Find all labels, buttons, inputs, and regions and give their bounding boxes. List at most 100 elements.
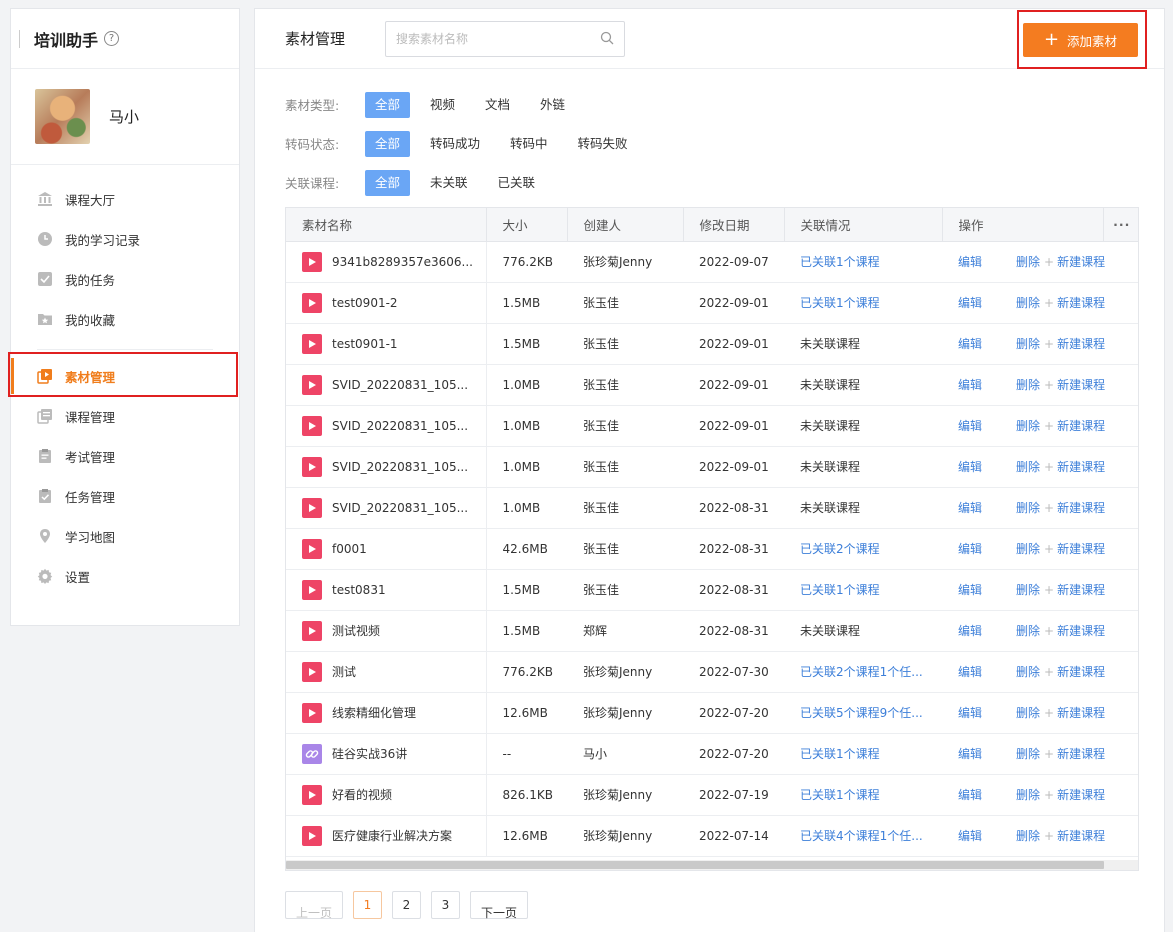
relation-cell[interactable]: 已关联1个课程 [784,774,942,816]
delete-link[interactable]: 删除 [1016,706,1040,720]
sidebar-item-6[interactable]: 考试管理 [11,436,239,476]
delete-link[interactable]: 删除 [1016,747,1040,761]
material-name[interactable]: test0831 [332,583,386,597]
delete-link[interactable]: 删除 [1016,419,1040,433]
scrollbar-thumb[interactable] [286,861,1104,869]
edit-link[interactable]: 编辑 [958,419,982,433]
new-course-link[interactable]: 新建课程 [1057,378,1105,392]
relation-cell[interactable]: 已关联2个课程1个任... [784,651,942,693]
new-course-link[interactable]: 新建课程 [1057,501,1105,515]
new-course-link[interactable]: 新建课程 [1057,583,1105,597]
relation-cell[interactable]: 已关联1个课程 [784,241,942,283]
page-3-button[interactable]: 3 [431,891,460,919]
relation-cell[interactable]: 已关联1个课程 [784,733,942,775]
delete-link[interactable]: 删除 [1016,583,1040,597]
new-course-link[interactable]: 新建课程 [1057,665,1105,679]
sidebar-item-1[interactable]: 我的学习记录 [11,219,239,259]
add-material-button[interactable]: + 添加素材 [1023,23,1138,57]
material-name[interactable]: 9341b8289357e3606... [332,255,473,269]
next-page-button[interactable]: 下一页 [470,891,528,920]
delete-link[interactable]: 删除 [1016,378,1040,392]
relation-cell[interactable]: 已关联5个课程9个任... [784,692,942,734]
prev-page-button[interactable]: 上一页 [285,891,343,920]
table-row[interactable]: SVID_20220831_105... 1.0MB 张玉佳 2022-09-01 未关… [286,446,1138,488]
filter-option[interactable]: 文档 [475,92,520,118]
table-row[interactable]: 线索精细化管理 12.6MB 张珍菊Jenny 2022-07-20 已关联5个课程9个… [286,692,1138,734]
filter-option[interactable]: 全部 [365,130,411,157]
sidebar-item-8[interactable]: 学习地图 [11,516,239,556]
material-name[interactable]: 线索精细化管理 [332,704,416,721]
help-icon[interactable]: ? [104,31,120,46]
sidebar-item-3[interactable]: 我的收藏 [11,299,239,339]
delete-link[interactable]: 删除 [1016,624,1040,638]
edit-link[interactable]: 编辑 [958,378,982,392]
search-input[interactable] [396,32,600,46]
table-row[interactable]: f0001 42.6MB 张玉佳 2022-08-31 已关联2个课程 编辑 删除 + 新建课程 [286,528,1138,570]
material-name[interactable]: 测试视频 [332,622,380,639]
new-course-link[interactable]: 新建课程 [1057,255,1105,269]
horizontal-scrollbar[interactable] [286,860,1138,870]
material-name[interactable]: test0901-1 [332,337,398,351]
material-name[interactable]: 医疗健康行业解决方案 [332,827,452,844]
edit-link[interactable]: 编辑 [958,706,982,720]
page-1-button[interactable]: 1 [353,891,382,919]
table-row[interactable]: SVID_20220831_105... 1.0MB 张玉佳 2022-09-01 未关… [286,364,1138,406]
new-course-link[interactable]: 新建课程 [1057,706,1105,720]
material-name[interactable]: 好看的视频 [332,786,392,803]
delete-link[interactable]: 删除 [1016,296,1040,310]
avatar[interactable] [35,89,90,144]
edit-link[interactable]: 编辑 [958,665,982,679]
sidebar-item-4[interactable]: 素材管理 [11,356,239,396]
sidebar-item-2[interactable]: 我的任务 [11,259,239,299]
table-row[interactable]: 硅谷实战36讲 -- 马小 2022-07-20 已关联1个课程 编辑 删除 + 新建课程 [286,733,1138,775]
new-course-link[interactable]: 新建课程 [1057,747,1105,761]
filter-option[interactable]: 全部 [365,91,411,118]
new-course-link[interactable]: 新建课程 [1057,624,1105,638]
delete-link[interactable]: 删除 [1016,255,1040,269]
sidebar-item-0[interactable]: 课程大厅 [11,179,239,219]
filter-option[interactable]: 转码中 [500,131,558,157]
new-course-link[interactable]: 新建课程 [1057,829,1105,843]
filter-option[interactable]: 已关联 [488,170,546,196]
edit-link[interactable]: 编辑 [958,747,982,761]
page-2-button[interactable]: 2 [392,891,421,919]
filter-option[interactable]: 未关联 [420,170,478,196]
edit-link[interactable]: 编辑 [958,337,982,351]
table-row[interactable]: 好看的视频 826.1KB 张珍菊Jenny 2022-07-19 已关联1个课程 编辑 删… [286,774,1138,816]
relation-cell[interactable]: 已关联1个课程 [784,569,942,611]
delete-link[interactable]: 删除 [1016,337,1040,351]
edit-link[interactable]: 编辑 [958,501,982,515]
delete-link[interactable]: 删除 [1016,501,1040,515]
table-row[interactable]: SVID_20220831_105... 1.0MB 张玉佳 2022-08-31 未关… [286,487,1138,529]
table-row[interactable]: SVID_20220831_105... 1.0MB 张玉佳 2022-09-01 未关… [286,405,1138,447]
material-name[interactable]: 测试 [332,663,356,680]
material-name[interactable]: 硅谷实战36讲 [332,745,407,762]
relation-cell[interactable]: 已关联4个课程1个任... [784,815,942,857]
sidebar-item-5[interactable]: 课程管理 [11,396,239,436]
new-course-link[interactable]: 新建课程 [1057,337,1105,351]
more-columns-icon[interactable]: ··· [1103,208,1138,242]
edit-link[interactable]: 编辑 [958,583,982,597]
filter-option[interactable]: 视频 [420,92,465,118]
table-row[interactable]: 测试 776.2KB 张珍菊Jenny 2022-07-30 已关联2个课程1个任...… [286,651,1138,693]
new-course-link[interactable]: 新建课程 [1057,788,1105,802]
search-box[interactable] [385,21,625,57]
search-icon[interactable] [600,31,614,48]
table-row[interactable]: test0901-1 1.5MB 张玉佳 2022-09-01 未关联课程 编辑 删除 + 新建… [286,323,1138,365]
material-name[interactable]: f0001 [332,542,367,556]
delete-link[interactable]: 删除 [1016,829,1040,843]
delete-link[interactable]: 删除 [1016,665,1040,679]
table-row[interactable]: 9341b8289357e3606... 776.2KB 张珍菊Jenny 2022-… [286,241,1138,283]
delete-link[interactable]: 删除 [1016,542,1040,556]
material-name[interactable]: test0901-2 [332,296,398,310]
material-name[interactable]: SVID_20220831_105... [332,419,468,433]
filter-option[interactable]: 转码失败 [568,131,638,157]
material-name[interactable]: SVID_20220831_105... [332,460,468,474]
table-row[interactable]: 医疗健康行业解决方案 12.6MB 张珍菊Jenny 2022-07-14 已关联4个课… [286,815,1138,857]
table-row[interactable]: 测试视频 1.5MB 郑辉 2022-08-31 未关联课程 编辑 删除 + 新建课程 [286,610,1138,652]
new-course-link[interactable]: 新建课程 [1057,542,1105,556]
edit-link[interactable]: 编辑 [958,255,982,269]
table-row[interactable]: test0831 1.5MB 张玉佳 2022-08-31 已关联1个课程 编辑 删除 + 新建… [286,569,1138,611]
relation-cell[interactable]: 已关联1个课程 [784,282,942,324]
new-course-link[interactable]: 新建课程 [1057,460,1105,474]
